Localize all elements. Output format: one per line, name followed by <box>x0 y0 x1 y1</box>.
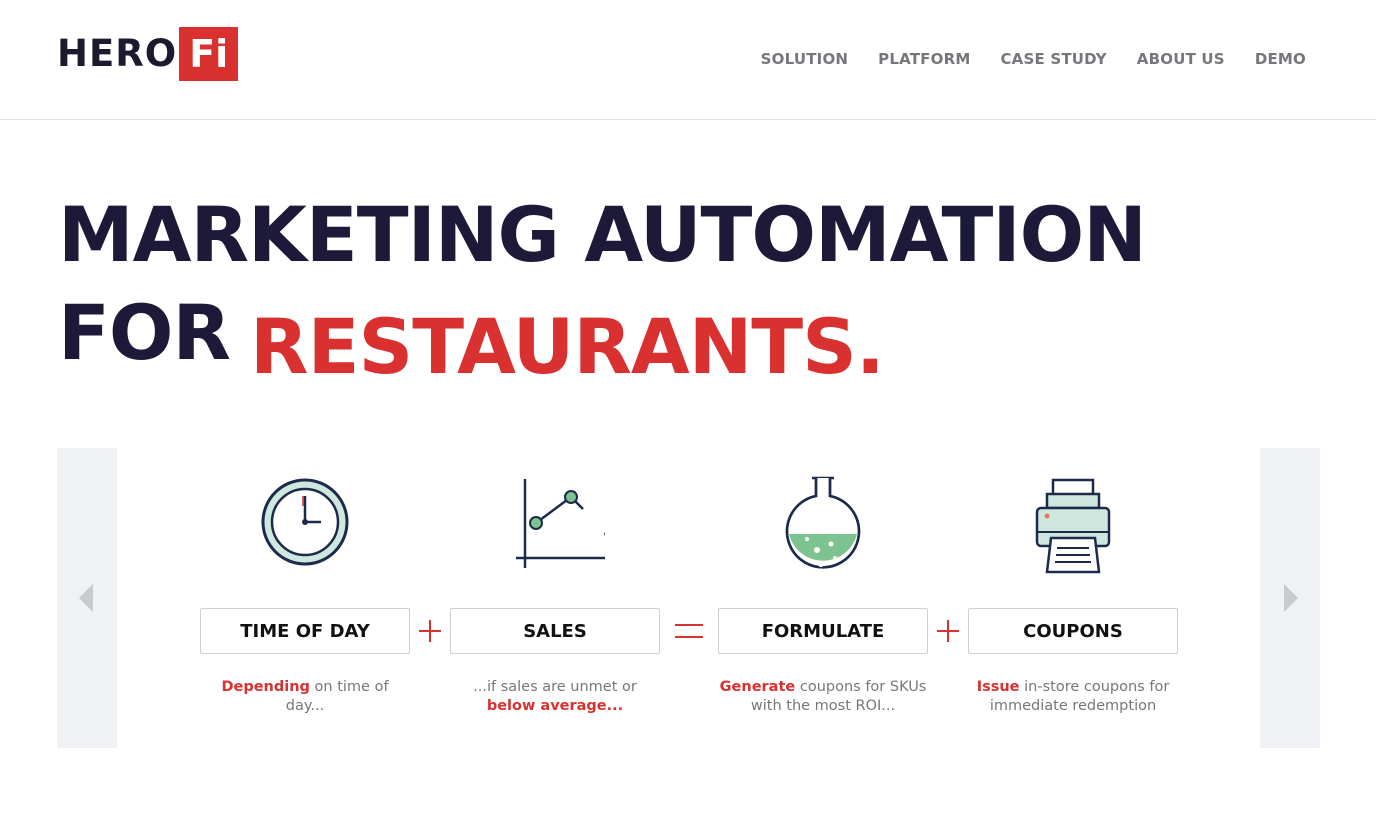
step-desc-time-of-day: Depending on time of day... <box>221 679 389 714</box>
step-label-formulate: FORMULATE <box>718 608 928 654</box>
carousel-next-button[interactable] <box>1260 448 1320 748</box>
nav-demo[interactable]: DEMO <box>1255 48 1306 70</box>
line-chart-icon <box>516 479 605 568</box>
plus-icon <box>419 620 441 642</box>
logo-text-hero: HERO <box>57 32 178 75</box>
plus-icon <box>937 620 959 642</box>
headline-line-2: FOR RESTAURANTS. <box>58 290 1146 398</box>
nav-about-us[interactable]: ABOUT US <box>1137 48 1225 70</box>
carousel-prev-button[interactable] <box>57 448 117 748</box>
step-desc-formulate: Generate coupons for SKUs with the most … <box>719 679 927 714</box>
herofi-logo[interactable]: HERO Fi <box>57 27 239 81</box>
step-desc-sales: ...if sales are unmet or below average..… <box>473 679 637 714</box>
step-label-time-of-day: TIME OF DAY <box>200 608 410 654</box>
equals-icon <box>675 624 703 638</box>
printer-icon <box>1035 478 1111 574</box>
main-nav: SOLUTION PLATFORM CASE STUDY ABOUT US DE… <box>761 48 1306 70</box>
logo-text-fi: Fi <box>179 27 239 81</box>
nav-solution[interactable]: SOLUTION <box>761 48 848 70</box>
nav-case-study[interactable]: CASE STUDY <box>1000 48 1106 70</box>
hero-headline: MARKETING AUTOMATION FOR RESTAURANTS. <box>58 190 1147 398</box>
clock-icon <box>261 478 349 566</box>
step-label-coupons: COUPONS <box>968 608 1178 654</box>
step-desc-coupons: Issue in-store coupons for immediate red… <box>976 679 1170 714</box>
headline-for: FOR <box>58 288 231 377</box>
feature-carousel: TIME OF DAY Depending on time of day... … <box>57 448 1320 748</box>
flask-icon <box>785 476 861 569</box>
site-header: HERO Fi SOLUTION PLATFORM CASE STUDY ABO… <box>0 0 1376 120</box>
headline-restaurants: RESTAURANTS. <box>250 302 885 391</box>
headline-line-1: MARKETING AUTOMATION <box>58 190 1147 279</box>
nav-platform[interactable]: PLATFORM <box>878 48 970 70</box>
chevron-left-icon <box>79 584 93 612</box>
chevron-right-icon <box>1284 584 1298 612</box>
step-label-sales: SALES <box>450 608 660 654</box>
